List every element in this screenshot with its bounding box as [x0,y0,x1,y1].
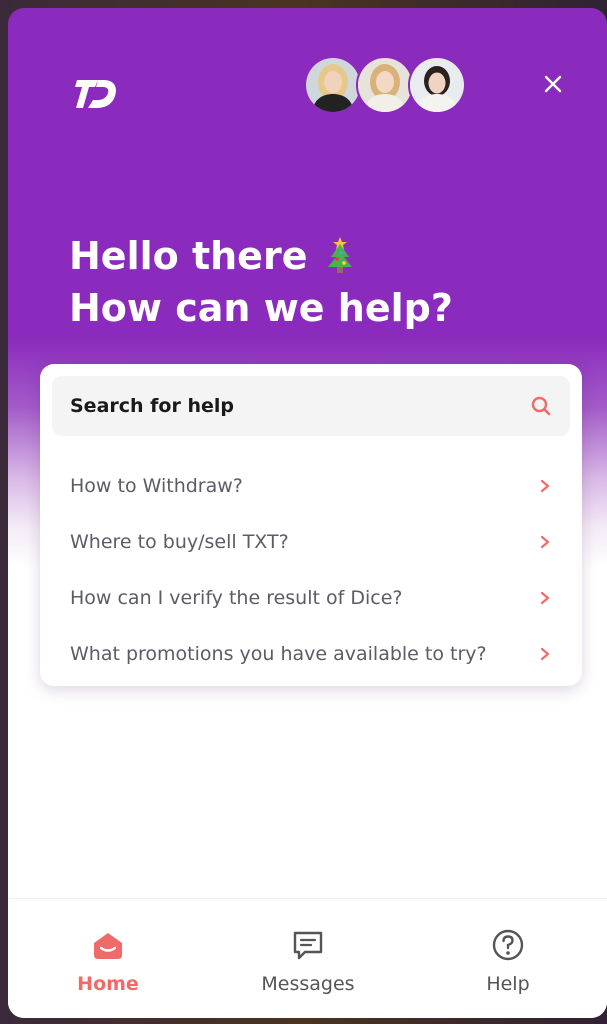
hero-greeting: Hello there How can we help? [69,230,453,334]
avatar [304,56,362,114]
help-card: Search for help How to Withdraw? Where t… [40,364,582,686]
home-icon [94,933,122,959]
avatar [408,56,466,114]
avatar [356,56,414,114]
help-icon [492,929,524,961]
chevron-right-icon [540,647,550,661]
tab-label: Help [486,973,530,995]
chevron-right-icon [540,535,550,549]
faq-item-promotions[interactable]: What promotions you have available to tr… [52,630,570,678]
tab-messages[interactable]: Messages [208,899,408,1018]
chevron-right-icon [540,591,550,605]
faq-item-label: Where to buy/sell TXT? [70,531,289,553]
messages-icon [293,931,323,960]
agent-avatars [304,56,466,118]
tab-label: Messages [261,973,355,995]
hero-line-1: Hello there [69,234,308,278]
close-button[interactable] [540,71,566,97]
search-label: Search for help [70,395,234,417]
christmas-tree-icon [328,237,353,273]
help-widget-panel: Hello there How can we help? Search for … [8,8,607,1018]
faq-item-label: How can I verify the result of Dice? [70,587,403,609]
search-icon [531,396,551,416]
tab-home[interactable]: Home [8,899,208,1018]
search-input[interactable]: Search for help [52,376,570,436]
chevron-right-icon [540,479,550,493]
faq-item-label: What promotions you have available to tr… [70,643,487,665]
faq-item-label: How to Withdraw? [70,475,243,497]
faq-item-withdraw[interactable]: How to Withdraw? [52,462,570,510]
faq-item-buy-sell[interactable]: Where to buy/sell TXT? [52,518,570,566]
close-icon [544,75,562,93]
brand-logo [74,72,118,116]
tab-help[interactable]: Help [408,899,607,1018]
tab-label: Home [77,973,139,995]
hero-line-2: How can we help? [69,286,453,330]
bottom-tab-bar: Home Messages Help [8,898,607,1018]
faq-item-verify-dice[interactable]: How can I verify the result of Dice? [52,574,570,622]
